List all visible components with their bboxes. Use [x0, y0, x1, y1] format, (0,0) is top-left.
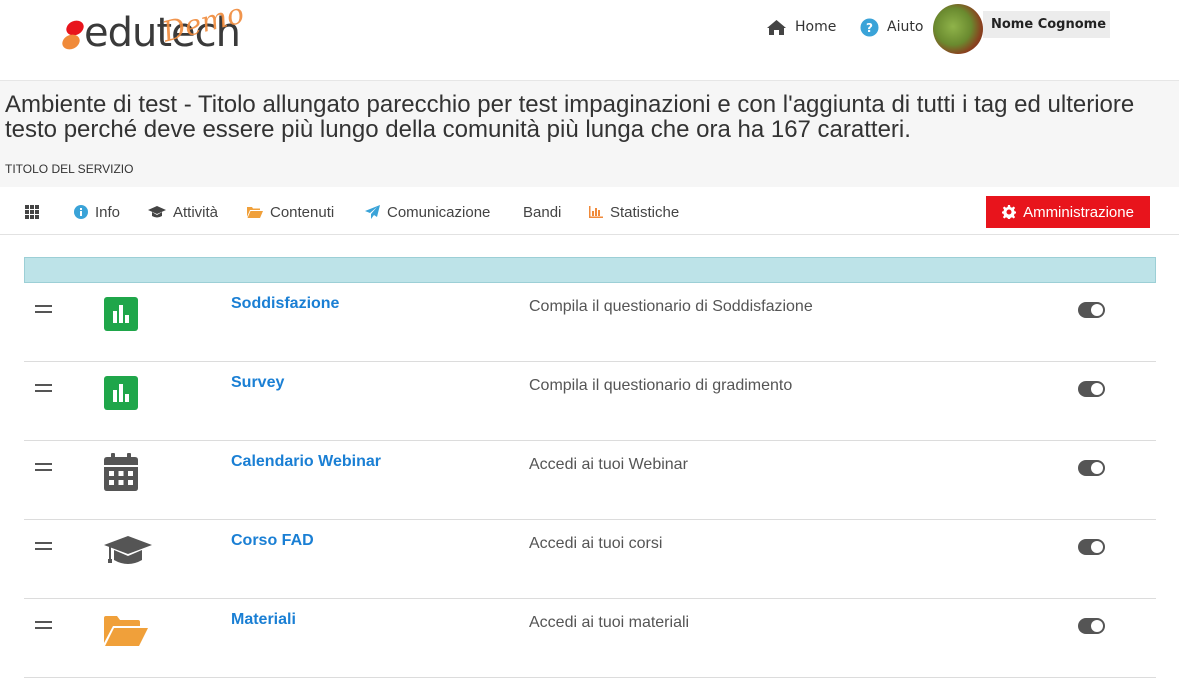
row-name-link[interactable]: Soddisfazione: [231, 295, 339, 313]
row-name-link[interactable]: Corso FAD: [231, 532, 314, 550]
menu-statistiche-label: Statistiche: [610, 203, 680, 221]
row-description: Accedi ai tuoi materiali: [529, 614, 690, 631]
menu-attivita-label: Attività: [173, 203, 219, 221]
drag-handle-icon[interactable]: [35, 621, 52, 630]
service-menu: Info Attività Contenuti Comunicazione Ba…: [0, 188, 1179, 235]
row-toggle[interactable]: [1078, 381, 1105, 397]
row-description: Compila il questionario di gradimento: [529, 377, 793, 394]
row-name-link[interactable]: Survey: [231, 374, 284, 392]
menu-statistiche[interactable]: Statistiche: [589, 202, 679, 222]
menu-contenuti-label: Contenuti: [270, 203, 335, 221]
home-icon: [767, 19, 786, 35]
svg-text:?: ?: [866, 21, 873, 35]
menu-comunicazione-label: Comunicazione: [387, 203, 491, 221]
page-title: Ambiente di test - Titolo allungato pare…: [5, 91, 1135, 143]
graduation-cap-icon: [148, 205, 166, 217]
user-name[interactable]: Nome Cognome: [983, 11, 1110, 38]
menu-bandi-label: Bandi: [523, 203, 562, 221]
row-name-link[interactable]: Calendario Webinar: [231, 453, 381, 471]
row-toggle[interactable]: [1078, 539, 1105, 555]
table-row: Calendario Webinar Accedi ai tuoi Webina…: [24, 441, 1156, 520]
help-label: Aiuto: [887, 19, 924, 35]
drag-handle-icon[interactable]: [35, 463, 52, 472]
folder-open-icon: [247, 207, 263, 218]
admin-button[interactable]: Amministrazione: [986, 196, 1150, 228]
row-description: Accedi ai tuoi Webinar: [529, 456, 688, 473]
info-icon: [74, 205, 88, 219]
home-link[interactable]: Home: [766, 16, 836, 38]
bar-chart-square-icon: [104, 297, 138, 331]
bar-chart-square-icon: [104, 376, 138, 410]
row-description: Accedi ai tuoi corsi: [529, 535, 663, 552]
question-circle-icon: ?: [860, 18, 879, 36]
table-header: [24, 257, 1156, 283]
admin-button-label: Amministrazione: [1023, 203, 1134, 221]
drag-handle-icon[interactable]: [35, 305, 52, 314]
home-label: Home: [795, 19, 837, 35]
menu-comunicazione[interactable]: Comunicazione: [365, 202, 490, 222]
folder-open-icon: [104, 616, 148, 646]
send-icon: [365, 205, 380, 219]
menu-attivita[interactable]: Attività: [148, 202, 218, 222]
row-name-link[interactable]: Materiali: [231, 611, 296, 629]
menu-contenuti[interactable]: Contenuti: [247, 202, 334, 222]
user-avatar[interactable]: [933, 4, 983, 54]
gear-icon: [1002, 205, 1017, 219]
row-toggle[interactable]: [1078, 618, 1105, 634]
title-band: Ambiente di test - Titolo allungato pare…: [0, 80, 1179, 187]
menu-info[interactable]: Info: [74, 202, 120, 222]
table-row: Corso FAD Accedi ai tuoi corsi: [24, 520, 1156, 599]
grid-icon: [25, 205, 39, 219]
row-toggle[interactable]: [1078, 460, 1105, 476]
row-description: Compila il questionario di Soddisfazione: [529, 298, 813, 315]
table-row: Materiali Accedi ai tuoi materiali: [24, 599, 1156, 678]
edutech-logo[interactable]: edutech Demo: [60, 0, 280, 64]
bar-chart-icon: [589, 206, 603, 218]
logo-mark-icon: [62, 20, 84, 50]
menu-apps[interactable]: [25, 202, 46, 222]
drag-handle-icon[interactable]: [35, 384, 52, 393]
calendar-icon: [104, 453, 138, 491]
row-toggle[interactable]: [1078, 302, 1105, 318]
drag-handle-icon[interactable]: [35, 542, 52, 551]
help-link[interactable]: ? Aiuto: [860, 16, 923, 38]
menu-info-label: Info: [95, 203, 121, 221]
table-row: Survey Compila il questionario di gradim…: [24, 362, 1156, 441]
service-title: TITOLO DEL SERVIZIO: [5, 162, 134, 176]
top-header: edutech Demo Home ? Aiuto Nome Cognome: [0, 0, 1179, 80]
menu-bandi[interactable]: Bandi: [523, 202, 561, 222]
graduation-cap-icon: [104, 536, 152, 564]
table-row: Soddisfazione Compila il questionario di…: [24, 283, 1156, 362]
